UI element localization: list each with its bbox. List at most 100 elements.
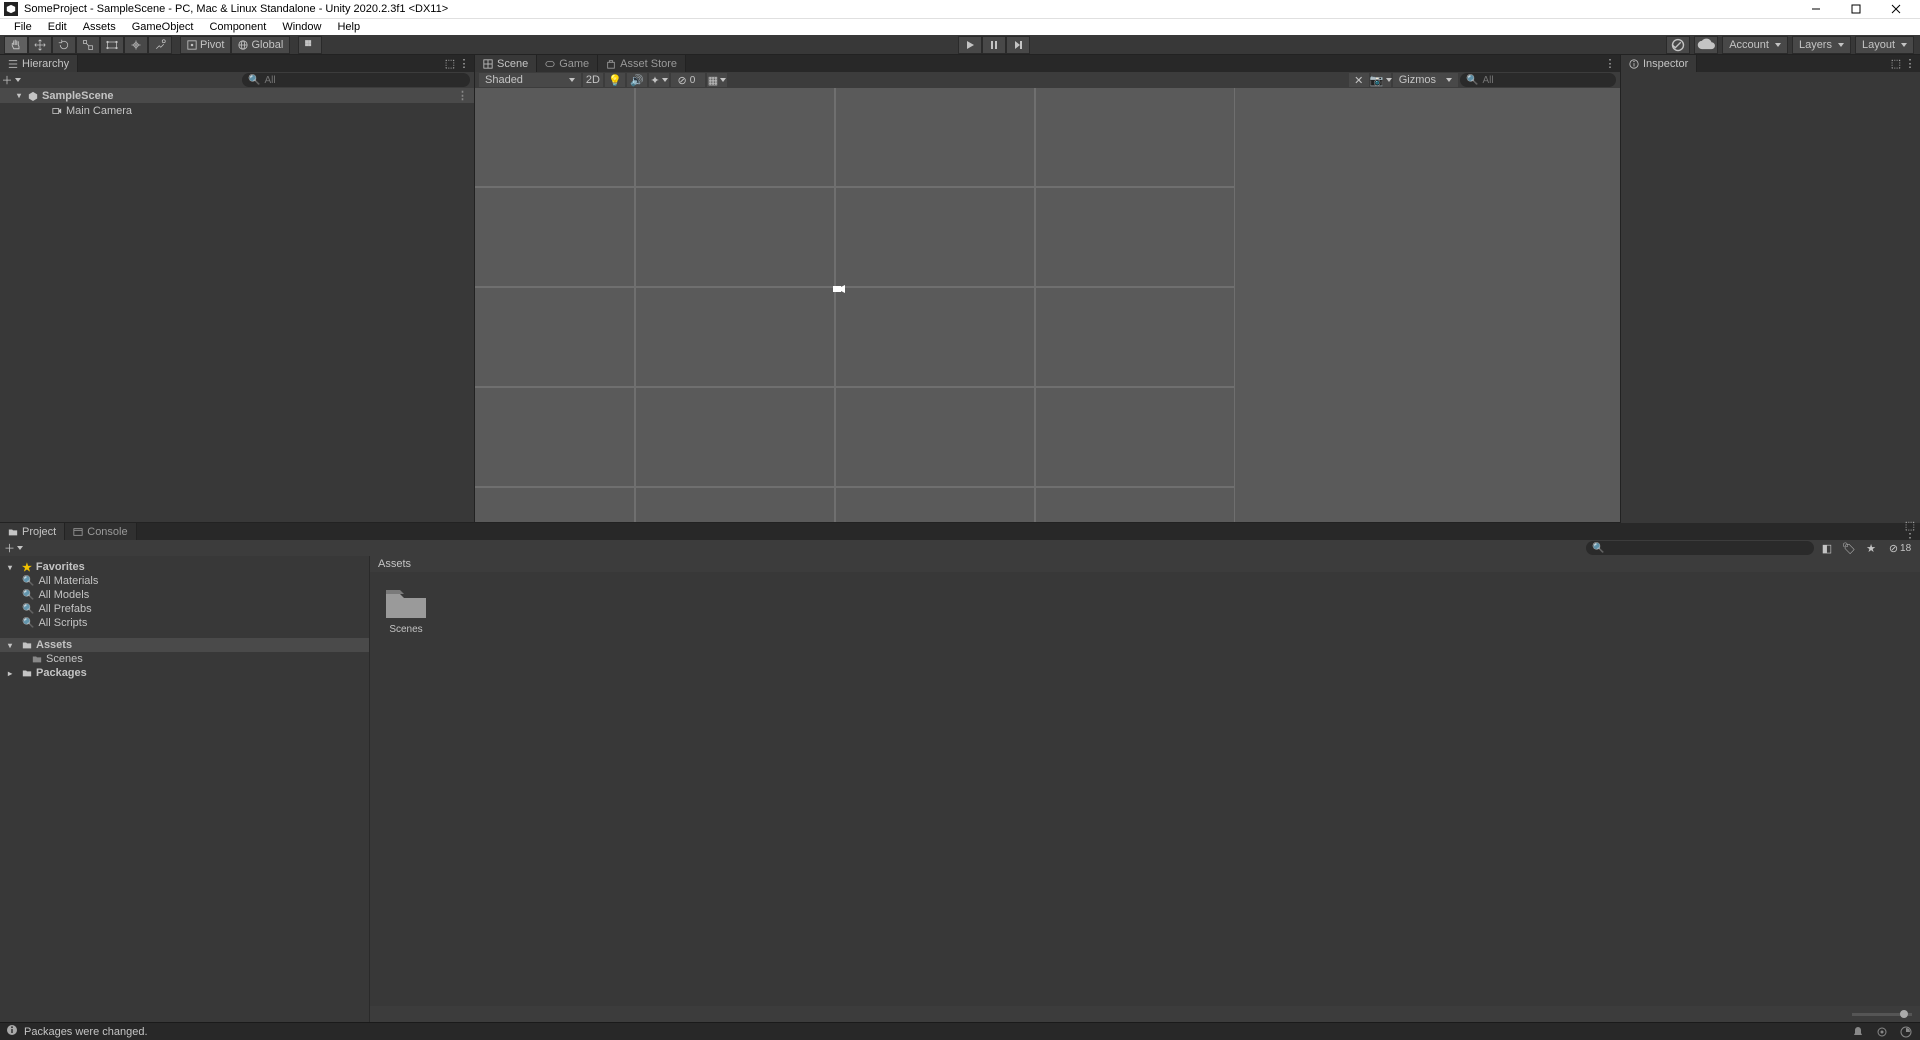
project-search[interactable]: 🔍 — [1586, 541, 1814, 555]
rotate-tool-button[interactable] — [52, 36, 76, 54]
shading-mode-dropdown[interactable]: Shaded — [479, 73, 581, 87]
hierarchy-item-main-camera[interactable]: Main Camera — [0, 103, 474, 118]
star-icon: ★ — [22, 561, 32, 574]
scale-tool-button[interactable] — [76, 36, 100, 54]
scene-effects-dropdown[interactable]: ✦ — [649, 73, 669, 87]
asset-store-tab[interactable]: Asset Store — [598, 55, 686, 72]
hierarchy-search-input[interactable] — [264, 75, 464, 86]
scene-lighting-toggle[interactable]: 💡 — [605, 73, 625, 87]
panel-lock-icon[interactable]: ⬚ — [1890, 58, 1902, 70]
panel-menu-icon[interactable]: ⋮ — [1604, 58, 1616, 70]
tree-favorites-label: Favorites — [36, 561, 85, 573]
menu-file[interactable]: File — [6, 21, 40, 33]
tree-fav-materials[interactable]: 🔍All Materials — [0, 574, 369, 588]
layers-label: Layers — [1799, 39, 1832, 51]
move-tool-button[interactable] — [28, 36, 52, 54]
project-filter-label-button[interactable]: 🏷 — [1840, 541, 1858, 555]
hand-tool-button[interactable] — [4, 36, 28, 54]
custom-tool-button[interactable] — [148, 36, 172, 54]
breadcrumb-label: Assets — [378, 558, 411, 570]
account-dropdown[interactable]: Account — [1722, 36, 1788, 54]
status-notification-icon[interactable] — [1850, 1024, 1866, 1040]
play-button[interactable] — [958, 36, 982, 54]
menu-help[interactable]: Help — [329, 21, 368, 33]
game-tab-label: Game — [559, 58, 589, 70]
menu-assets[interactable]: Assets — [75, 21, 124, 33]
asset-item-label: Scenes — [382, 624, 430, 635]
scene-search-input[interactable] — [1482, 75, 1610, 86]
status-debug-icon[interactable] — [1874, 1024, 1890, 1040]
panel-lock-icon[interactable]: ⬚ — [444, 58, 456, 70]
layout-dropdown[interactable]: Layout — [1855, 36, 1914, 54]
cloud-button[interactable] — [1694, 36, 1718, 54]
thumbnail-size-slider[interactable] — [1852, 1013, 1912, 1016]
menu-component[interactable]: Component — [201, 21, 274, 33]
pause-button[interactable] — [982, 36, 1006, 54]
project-favorite-button[interactable]: ★ — [1862, 541, 1880, 555]
scene-panel: Scene Game Asset Store ⋮ Shaded 2D 💡 🔊 ✦… — [475, 55, 1620, 522]
window-maximize-button[interactable] — [1836, 0, 1876, 18]
search-icon: 🔍 — [22, 604, 34, 615]
status-progress-icon[interactable] — [1898, 1024, 1914, 1040]
scene-tab[interactable]: Scene — [475, 55, 537, 72]
menu-window[interactable]: Window — [274, 21, 329, 33]
project-hidden-toggle[interactable]: ⊘18 — [1884, 541, 1916, 555]
hidden-count: 0 — [687, 75, 699, 86]
menu-edit[interactable]: Edit — [40, 21, 75, 33]
transform-tool-button[interactable] — [124, 36, 148, 54]
global-toggle-button[interactable]: Global — [231, 36, 290, 54]
tree-packages[interactable]: ▸Packages — [0, 666, 369, 680]
tree-assets-label: Scenes — [46, 653, 83, 665]
gizmos-dropdown[interactable]: Gizmos — [1393, 73, 1458, 87]
lightbulb-icon: 💡 — [608, 74, 622, 87]
project-tab[interactable]: Project — [0, 523, 65, 540]
panel-menu-icon[interactable]: ⋮ — [458, 58, 470, 70]
hierarchy-scene-row[interactable]: ▾ SampleScene ⋮ — [0, 88, 474, 103]
inspector-tab[interactable]: Inspector — [1621, 55, 1697, 72]
game-tab[interactable]: Game — [537, 55, 598, 72]
scene-hidden-toggle[interactable]: ⊘0 — [671, 73, 705, 87]
window-minimize-button[interactable] — [1796, 0, 1836, 18]
scene-context-icon[interactable]: ⋮ — [457, 89, 468, 102]
scene-tools-button[interactable]: ✕ — [1349, 73, 1369, 87]
hierarchy-tab[interactable]: Hierarchy — [0, 55, 78, 72]
project-search-input[interactable] — [1608, 543, 1808, 554]
hierarchy-add-button[interactable]: ＋ — [4, 73, 18, 87]
pivot-toggle-button[interactable]: Pivot — [180, 36, 231, 54]
panel-menu-icon[interactable]: ⋮ — [1904, 58, 1916, 70]
layers-dropdown[interactable]: Layers — [1792, 36, 1851, 54]
tree-fav-scripts[interactable]: 🔍All Scripts — [0, 616, 369, 630]
project-filter-type-button[interactable]: ◧ — [1818, 541, 1836, 555]
scene-audio-toggle[interactable]: 🔊 — [627, 73, 647, 87]
step-button[interactable] — [1006, 36, 1030, 54]
scene-viewport[interactable] — [475, 88, 1620, 522]
project-breadcrumb[interactable]: Assets — [370, 556, 1920, 572]
asset-item-scenes[interactable]: Scenes — [382, 584, 430, 635]
menu-gameobject[interactable]: GameObject — [124, 21, 202, 33]
unity-scene-icon — [28, 91, 38, 101]
project-add-button[interactable]: ＋ — [4, 540, 18, 556]
hierarchy-search[interactable]: 🔍 — [242, 73, 470, 87]
tree-favorites[interactable]: ▾★Favorites — [0, 560, 369, 574]
rect-tool-button[interactable] — [100, 36, 124, 54]
console-icon — [73, 527, 83, 537]
search-icon: 🔍 — [1592, 543, 1604, 554]
window-close-button[interactable] — [1876, 0, 1916, 18]
layout-label: Layout — [1862, 39, 1895, 51]
tree-fav-prefabs[interactable]: 🔍All Prefabs — [0, 602, 369, 616]
menu-bar: File Edit Assets GameObject Component Wi… — [0, 18, 1920, 35]
scene-search[interactable]: 🔍 — [1460, 73, 1616, 87]
console-tab[interactable]: Console — [65, 523, 136, 540]
snap-toggle-button[interactable] — [298, 36, 322, 54]
scene-camera-dropdown[interactable]: 📷 — [1371, 73, 1391, 87]
tree-assets-scenes[interactable]: Scenes — [0, 652, 369, 666]
window-title: SomeProject - SampleScene - PC, Mac & Li… — [24, 3, 1796, 15]
camera-gizmo-icon[interactable] — [833, 284, 845, 294]
2d-toggle-button[interactable]: 2D — [583, 73, 603, 87]
collab-button[interactable] — [1666, 36, 1690, 54]
tree-assets[interactable]: ▾Assets — [0, 638, 369, 652]
tree-fav-models[interactable]: 🔍All Models — [0, 588, 369, 602]
scene-grid-dropdown[interactable]: ▦ — [707, 73, 727, 87]
panel-lock-icon[interactable]: ⬚ — [1904, 520, 1916, 532]
project-tab-label: Project — [22, 526, 56, 538]
